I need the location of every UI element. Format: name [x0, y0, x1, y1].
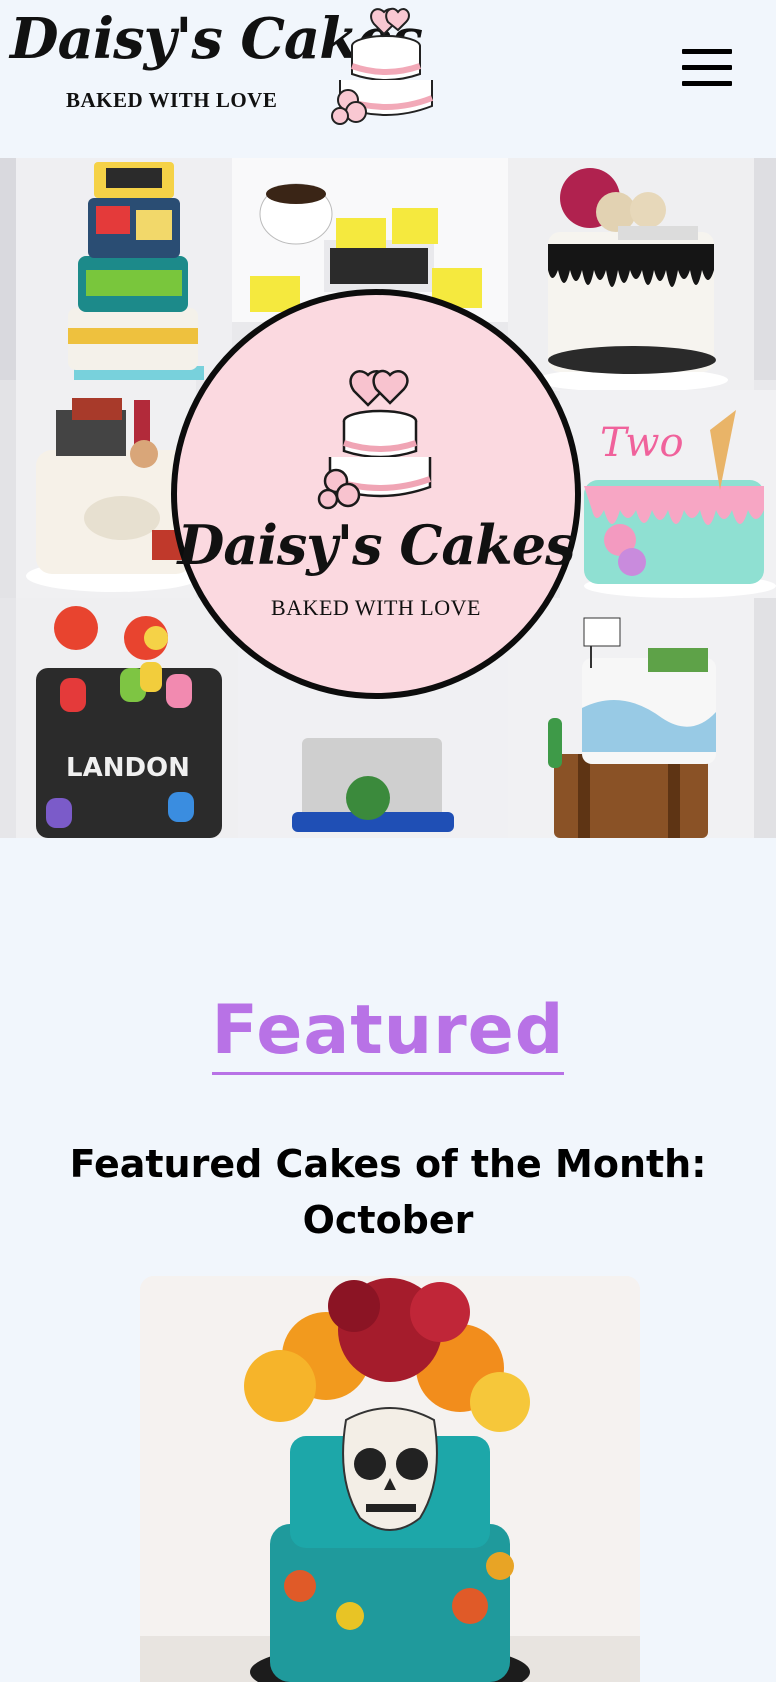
- badge-name: Daisy's Cakes: [177, 513, 576, 577]
- menu-line: [682, 65, 732, 70]
- cake-photo-tile: [754, 598, 776, 838]
- cake-photo-tile: [508, 598, 754, 838]
- logo-tagline: BAKED WITH LOVE: [66, 88, 278, 112]
- cake-photo-tile: LANDON: [16, 598, 238, 838]
- cake-photo-tile: [0, 380, 16, 598]
- cake-photo-tile: [0, 158, 16, 380]
- featured-cake-image[interactable]: [140, 1276, 640, 1682]
- menu-line: [682, 49, 732, 54]
- svg-text:Two: Two: [600, 420, 684, 466]
- featured-title-text: Featured: [211, 990, 565, 1075]
- svg-text:LANDON: LANDON: [66, 753, 190, 783]
- site-logo[interactable]: Daisy's Cakes BAKED WITH LOVE: [8, 0, 448, 130]
- hero-collage: Two LANDON Daisy's Cakes BAKED WITH LOVE: [0, 158, 776, 838]
- hamburger-menu-icon[interactable]: [676, 44, 736, 92]
- cake-photo-tile: Two: [560, 390, 776, 598]
- hero-logo-badge: Daisy's Cakes BAKED WITH LOVE: [171, 289, 581, 699]
- cake-photo-tile: [16, 380, 196, 598]
- menu-line: [682, 81, 732, 86]
- featured-month-heading: Featured Cakes of the Month: October: [69, 1142, 707, 1242]
- badge-tagline: BAKED WITH LOVE: [271, 595, 481, 620]
- featured-title: Featured: [0, 990, 776, 1075]
- site-header: Daisy's Cakes BAKED WITH LOVE: [0, 0, 776, 158]
- cake-logo-icon: [317, 369, 432, 510]
- cake-photo-tile: [508, 158, 754, 391]
- cake-photo-tile: [754, 158, 776, 380]
- cake-photo-tile: [0, 598, 16, 838]
- cake-photo-tile: [16, 158, 232, 380]
- cake-logo-icon: [331, 7, 434, 125]
